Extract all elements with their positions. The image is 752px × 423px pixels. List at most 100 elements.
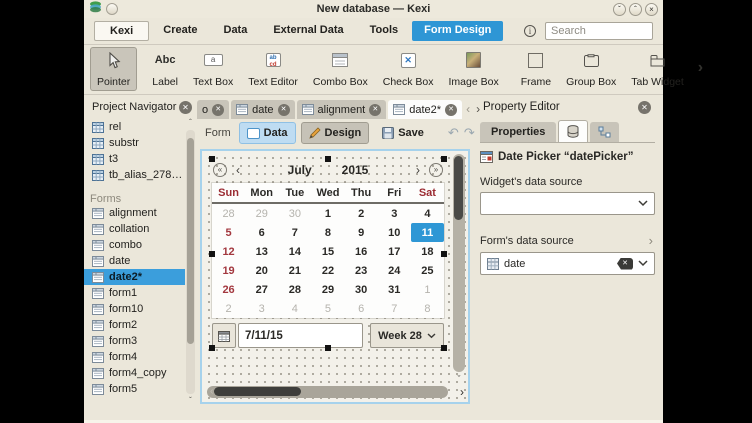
resize-handle[interactable] xyxy=(209,251,215,257)
next-month-icon[interactable]: › xyxy=(414,163,422,177)
calendar-day-cell[interactable]: 8 xyxy=(411,299,444,318)
menu-tab-tools[interactable]: Tools xyxy=(358,21,411,41)
form-design-canvas[interactable]: « ‹ July 2015 › » SunM xyxy=(200,149,470,404)
calendar-day-cell[interactable]: 24 xyxy=(378,261,411,280)
resize-handle[interactable] xyxy=(209,156,215,162)
expander-icon[interactable]: › xyxy=(649,233,655,248)
editor-tab-o[interactable]: o✕ xyxy=(197,100,229,119)
toolbar-more-icon[interactable]: › xyxy=(692,59,709,79)
text-editor-tool-button[interactable]: abcdText Editor xyxy=(241,47,305,91)
resize-handle[interactable] xyxy=(441,345,447,351)
scroll-down-icon[interactable]: ˇ xyxy=(189,396,192,406)
calendar-day-cell[interactable]: 6 xyxy=(345,299,378,318)
calendar-day-cell[interactable]: 10 xyxy=(378,223,411,242)
calendar-day-cell[interactable]: 18 xyxy=(411,242,444,261)
date-input[interactable] xyxy=(238,323,363,348)
calendar-day-cell[interactable]: 20 xyxy=(245,261,278,280)
tab-close-icon[interactable]: ✕ xyxy=(212,104,224,116)
calendar-day-cell[interactable]: 28 xyxy=(278,280,311,299)
search-input[interactable] xyxy=(545,22,653,40)
navigator-table-item[interactable]: t3 xyxy=(84,151,185,167)
calendar-day-cell[interactable]: 1 xyxy=(411,280,444,299)
calendar-day-cell[interactable]: 5 xyxy=(212,223,245,242)
calendar-day-cell[interactable]: 2 xyxy=(345,204,378,223)
calendar-day-cell[interactable]: 8 xyxy=(311,223,344,242)
navigator-form-item[interactable]: date xyxy=(84,253,185,269)
calendar-day-cell[interactable]: 4 xyxy=(411,204,444,223)
design-view-button[interactable]: Design xyxy=(301,122,370,144)
scroll-up-icon[interactable]: ˆ xyxy=(189,118,192,128)
navigator-form-item[interactable]: form4 xyxy=(84,349,185,365)
calendar-day-cell[interactable]: 2 xyxy=(212,299,245,318)
calendar-day-cell[interactable]: 26 xyxy=(212,280,245,299)
image-box-tool-button[interactable]: Image Box xyxy=(442,47,506,91)
calendar-month-button[interactable]: July xyxy=(288,163,312,177)
menu-tab-kexi[interactable]: Kexi xyxy=(94,21,149,41)
calendar-day-cell[interactable]: 21 xyxy=(278,261,311,280)
tab-close-icon[interactable]: ✕ xyxy=(278,104,290,116)
navigator-form-item[interactable]: form4_copy xyxy=(84,365,185,381)
calendar-day-cell[interactable]: 7 xyxy=(278,223,311,242)
tab-close-icon[interactable]: ✕ xyxy=(445,104,457,116)
calendar-year-button[interactable]: 2015 xyxy=(342,163,369,177)
week-selector[interactable]: Week 28 xyxy=(370,323,444,348)
navigator-form-item[interactable]: collation xyxy=(84,221,185,237)
calendar-day-cell[interactable]: 14 xyxy=(278,242,311,261)
widget-data-source-combo[interactable] xyxy=(480,192,655,215)
calendar-day-cell[interactable]: 12 xyxy=(212,242,245,261)
navigator-form-item[interactable]: form5 xyxy=(84,381,185,397)
tab-scroll-left-icon[interactable]: ‹ xyxy=(466,102,470,116)
calendar-day-cell[interactable]: 30 xyxy=(278,204,311,223)
navigator-form-item[interactable]: alignment xyxy=(84,205,185,221)
calendar-day-cell[interactable]: 6 xyxy=(245,223,278,242)
navigator-form-item[interactable]: form2 xyxy=(84,317,185,333)
navigator-form-item[interactable]: form10 xyxy=(84,301,185,317)
calendar-popup-button[interactable] xyxy=(212,323,236,348)
frame-tool-button[interactable]: Frame xyxy=(514,47,558,91)
canvas-horizontal-scrollbar[interactable]: ‹ xyxy=(207,386,448,398)
form-data-source-combo[interactable]: date ✕ xyxy=(480,252,655,275)
navigator-table-item[interactable]: substr xyxy=(84,135,185,151)
label-tool-button[interactable]: AbcLabel xyxy=(145,47,185,91)
info-icon[interactable]: i xyxy=(524,25,536,37)
calendar-day-cell[interactable]: 25 xyxy=(411,261,444,280)
navigator-scrollbar[interactable]: ˆ ˇ xyxy=(185,117,196,407)
navigator-scroll-thumb[interactable] xyxy=(187,138,194,344)
calendar-day-cell[interactable]: 15 xyxy=(311,242,344,261)
undo-icon[interactable]: ↶ xyxy=(448,125,459,141)
date-picker-widget[interactable]: « ‹ July 2015 › » SunM xyxy=(212,159,444,348)
menu-tab-external-data[interactable]: External Data xyxy=(261,21,355,41)
text-box-tool-button[interactable]: aText Box xyxy=(186,47,240,91)
tab-data-source[interactable] xyxy=(558,120,588,142)
menu-tab-create[interactable]: Create xyxy=(151,21,209,41)
calendar-day-cell[interactable]: 28 xyxy=(212,204,245,223)
calendar-day-cell[interactable]: 29 xyxy=(311,280,344,299)
editor-tab-alignment[interactable]: alignment✕ xyxy=(297,100,387,119)
tab-widget-tool-button[interactable]: Tab Widget xyxy=(624,47,691,91)
group-box-tool-button[interactable]: Group Box xyxy=(559,47,623,91)
navigator-table-item[interactable]: tb_alias_278… xyxy=(84,167,185,183)
window-menu-icon[interactable] xyxy=(106,3,118,15)
calendar-day-cell[interactable]: 31 xyxy=(378,280,411,299)
tab-close-icon[interactable]: ✕ xyxy=(369,104,381,116)
resize-handle[interactable] xyxy=(325,345,331,351)
calendar-day-cell[interactable]: 11 xyxy=(411,223,444,242)
calendar-day-cell[interactable]: 3 xyxy=(378,204,411,223)
navigator-table-item[interactable]: rel xyxy=(84,119,185,135)
calendar-day-cell[interactable]: 17 xyxy=(378,242,411,261)
calendar-day-cell[interactable]: 30 xyxy=(345,280,378,299)
navigator-form-item[interactable]: combo xyxy=(84,237,185,253)
calendar-day-cell[interactable]: 27 xyxy=(245,280,278,299)
check-box-tool-button[interactable]: ✕Check Box xyxy=(376,47,441,91)
canvas-vertical-scrollbar[interactable] xyxy=(453,154,465,372)
menu-tab-form-design[interactable]: Form Design xyxy=(412,21,503,41)
menu-tab-data[interactable]: Data xyxy=(212,21,260,41)
prev-year-icon[interactable]: « xyxy=(213,163,227,177)
calendar-day-cell[interactable]: 19 xyxy=(212,261,245,280)
canvas-scroll-down-icon[interactable]: ˇ xyxy=(453,373,465,385)
close-button[interactable]: × xyxy=(645,3,658,16)
pointer-tool-button[interactable]: Pointer xyxy=(90,47,137,91)
resize-handle[interactable] xyxy=(209,345,215,351)
navigator-close-icon[interactable]: ✕ xyxy=(179,101,192,114)
canvas-horizontal-thumb[interactable] xyxy=(214,387,301,396)
